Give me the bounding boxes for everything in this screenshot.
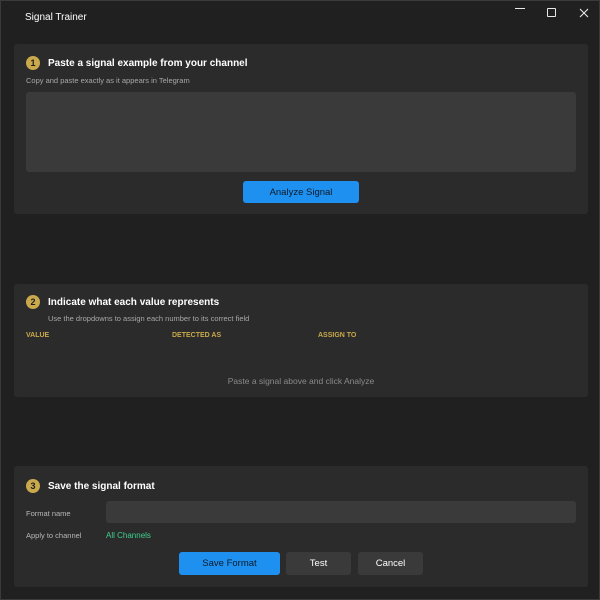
step1-subtitle: Copy and paste exactly as it appears in … (26, 76, 190, 85)
column-header-assign-to: ASSIGN TO (318, 332, 357, 339)
step1-badge: 1 (26, 56, 40, 70)
step2-badge: 2 (26, 295, 40, 309)
signal-trainer-window: Signal Trainer 1 Paste a signal example … (0, 0, 600, 600)
format-name-input[interactable] (106, 501, 576, 523)
apply-to-channel-label: Apply to channel (26, 531, 82, 540)
minimize-button[interactable] (503, 1, 537, 25)
maximize-button[interactable] (534, 1, 568, 25)
empty-state-message: Paste a signal above and click Analyze (227, 376, 375, 386)
format-name-label: Format name (26, 509, 71, 518)
window-title: Signal Trainer (25, 12, 87, 23)
step3-badge: 3 (26, 479, 40, 493)
step2-subtitle: Use the dropdowns to assign each number … (48, 314, 250, 323)
step1-title: Paste a signal example from your channel (48, 58, 248, 69)
step2-panel: 2 Indicate what each value represents Us… (14, 284, 588, 397)
save-format-button[interactable]: Save Format (179, 552, 280, 575)
close-icon (579, 8, 589, 17)
step2-title: Indicate what each value represents (48, 297, 220, 308)
test-button[interactable]: Test (286, 552, 351, 575)
column-header-detected-as: DETECTED AS (172, 332, 222, 339)
minimize-icon (515, 7, 525, 9)
signal-text-input[interactable] (26, 92, 576, 172)
step1-panel: 1 Paste a signal example from your chann… (14, 44, 588, 214)
close-button[interactable] (567, 1, 600, 25)
channel-selector[interactable]: All Channels (106, 531, 151, 540)
column-header-value: VALUE (26, 332, 50, 339)
step3-title: Save the signal format (48, 481, 155, 492)
maximize-icon (546, 8, 556, 17)
step3-panel: 3 Save the signal format Format name App… (14, 466, 588, 587)
cancel-button[interactable]: Cancel (358, 552, 423, 575)
analyze-signal-button[interactable]: Analyze Signal (243, 181, 359, 203)
title-bar: Signal Trainer (1, 1, 599, 33)
